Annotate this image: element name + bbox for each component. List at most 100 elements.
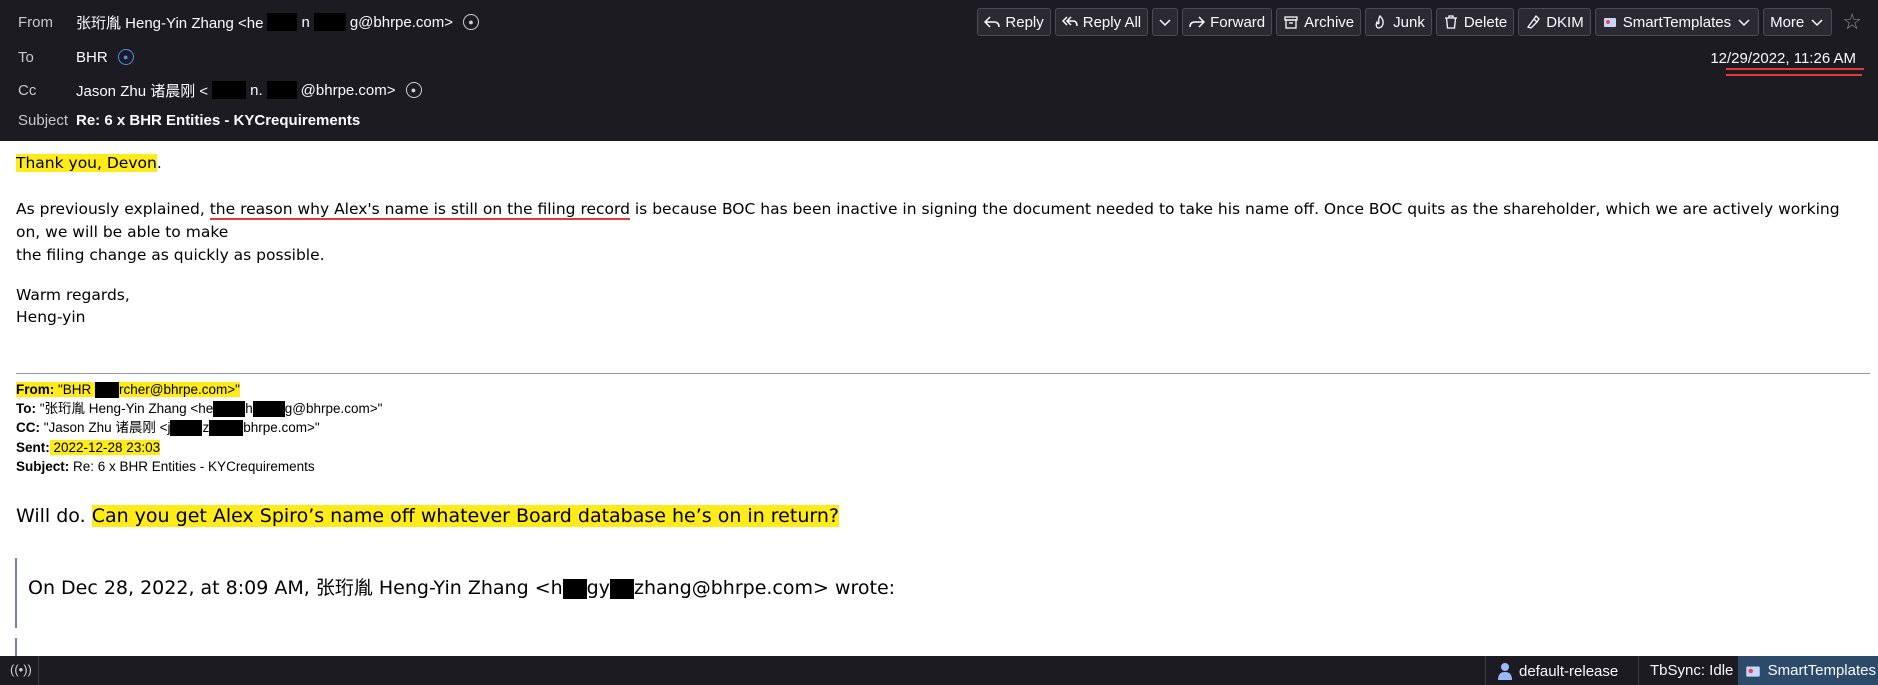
online-status-icon[interactable]: ((•)) <box>10 662 32 677</box>
redaction-box <box>313 13 346 31</box>
archive-button[interactable]: Archive <box>1276 8 1362 36</box>
cc-mid: n. <box>250 81 263 99</box>
status-separator <box>1638 656 1639 685</box>
from-tail: g@bhrpe.com> <box>349 13 454 31</box>
chevron-down-icon <box>1159 19 1171 27</box>
contact-icon[interactable]: ● <box>117 49 134 65</box>
redaction-box <box>213 401 246 418</box>
quoted-from-end: rcher@bhrpe.com>" <box>119 382 240 397</box>
release-status[interactable]: default-release <box>1497 662 1618 680</box>
dkim-button[interactable]: DKIM <box>1518 8 1591 36</box>
contact-icon[interactable]: ● <box>463 14 480 30</box>
tbsync-label: TbSync: Idle <box>1650 662 1734 679</box>
reply-highlight: Can you get Alex Spiro’s name off whatev… <box>91 505 839 527</box>
trash-icon <box>1444 15 1457 29</box>
quoted-from: From: "BHR rcher@bhrpe.com>" <box>16 380 240 399</box>
redaction-box <box>209 420 244 437</box>
user-icon <box>1498 663 1512 680</box>
divider <box>16 373 1870 374</box>
quoted-cc-start: "Jason Zhu 诸晨刚 <j <box>40 420 171 435</box>
subject-label: Subject <box>18 111 69 129</box>
message-date: 12/29/2022, 11:26 AM <box>1710 50 1856 67</box>
release-label: default-release <box>1519 662 1619 680</box>
greeting-highlight: Thank you, Devon <box>16 154 157 172</box>
quoted-cc-mid: z <box>202 420 210 435</box>
redaction-box <box>562 578 587 599</box>
quoted-to-mid: h <box>245 401 253 416</box>
quoted-cc-end: bhrpe.com>" <box>243 420 320 435</box>
reply-label: Reply <box>1005 13 1044 31</box>
p1-start: As previously explained, <box>16 200 210 218</box>
signature: Heng-yin <box>16 308 86 326</box>
reply-all-dropdown[interactable] <box>1152 8 1179 36</box>
quoted-cc: CC: "Jason Zhu 诸晨刚 <j z bhrpe.com>" <box>16 418 320 437</box>
more-label: More <box>1770 13 1805 31</box>
smarttemplates-status-label: SmartTemplates <box>1767 662 1876 679</box>
dkim-icon <box>1527 14 1541 29</box>
junk-button[interactable]: Junk <box>1365 8 1432 36</box>
from-value[interactable]: 张珩胤 Heng-Yin Zhang <he n g@bhrpe.com> ● <box>76 12 480 33</box>
reply-all-label: Reply All <box>1082 13 1142 31</box>
closing: Warm regards, <box>16 286 130 304</box>
quoted-cc-label: CC: <box>16 420 40 435</box>
greeting: Thank you, Devon. <box>16 154 162 172</box>
to-value[interactable]: BHR ● <box>76 49 134 66</box>
quoted-to-label: To: <box>16 401 36 416</box>
forward-icon <box>1189 16 1206 28</box>
greeting-end: . <box>156 154 162 172</box>
quoted-sent-label: Sent: <box>16 440 50 455</box>
smarttemplates-icon <box>1603 18 1616 27</box>
smarttemplates-label: SmartTemplates <box>1622 13 1732 31</box>
quoted-sent: Sent: 2022-12-28 23:03 <box>16 438 161 457</box>
message-toolbar: Reply Reply All Forward Archive Junk Del… <box>977 8 1862 36</box>
to-label: To <box>18 48 34 66</box>
quoted-to-start: "张珩胤 Heng-Yin Zhang <he <box>36 401 214 416</box>
redaction-box <box>266 81 297 99</box>
p1-line2: the filing change as quickly as possible… <box>16 246 325 264</box>
delete-button[interactable]: Delete <box>1435 8 1515 36</box>
quoted-subject-value: Re: 6 x BHR Entities - KYCrequirements <box>69 459 315 474</box>
quoted-to-end: g@bhrpe.com>" <box>284 401 383 416</box>
quote-bar <box>15 558 17 628</box>
smarttemplates-button[interactable]: SmartTemplates <box>1594 8 1760 36</box>
star-icon[interactable]: ☆ <box>1842 9 1862 35</box>
smarttemplates-icon <box>1745 666 1760 677</box>
archive-label: Archive <box>1304 13 1355 31</box>
quoted-from-label: From: <box>16 382 55 397</box>
junk-label: Junk <box>1393 13 1425 31</box>
status-bar: ((•)) default-release TbSync: Idle Smart… <box>0 656 1878 685</box>
redaction-box <box>212 81 247 99</box>
reply-all-button[interactable]: Reply All <box>1054 8 1149 36</box>
p1-underlined: the reason why Alex's name is still on t… <box>209 200 630 220</box>
reply-button[interactable]: Reply <box>977 8 1051 36</box>
junk-icon <box>1375 14 1384 29</box>
wrote-start: On Dec 28, 2022, at 8:09 AM, 张珩胤 Heng-Yi… <box>28 577 563 599</box>
redaction-box <box>170 420 203 437</box>
paragraph-1: As previously explained, the reason why … <box>16 198 1866 267</box>
cc-label: Cc <box>18 81 37 99</box>
cc-tail: @bhrpe.com> <box>300 81 396 99</box>
quoted-subject-label: Subject: <box>16 459 70 474</box>
date-red-underline <box>1726 68 1864 80</box>
more-button[interactable]: More <box>1763 8 1833 36</box>
dkim-label: DKIM <box>1546 13 1584 31</box>
chevron-down-icon <box>1811 19 1823 27</box>
contact-icon[interactable]: ● <box>405 82 422 98</box>
tbsync-status[interactable]: TbSync: Idle <box>1650 662 1733 679</box>
redaction-box <box>252 401 285 418</box>
quote-bar-nested <box>15 638 17 656</box>
forward-label: Forward <box>1210 13 1266 31</box>
from-name: 张珩胤 Heng-Yin Zhang <he <box>76 14 264 32</box>
redaction-box <box>609 578 634 599</box>
forward-button[interactable]: Forward <box>1182 8 1273 36</box>
chevron-down-icon <box>1738 19 1750 27</box>
quoted-sent-value: 2022-12-28 23:03 <box>49 440 161 455</box>
to-name: BHR <box>76 48 108 66</box>
redaction-box <box>267 13 298 31</box>
reply-text: Will do. Can you get Alex Spiro’s name o… <box>16 505 839 527</box>
subject-value: Re: 6 x BHR Entities - KYCrequirements <box>76 111 361 129</box>
wrote-end: zhang@bhrpe.com> wrote: <box>633 577 896 599</box>
smarttemplates-status[interactable]: SmartTemplates <box>1737 656 1878 685</box>
status-separator <box>1485 656 1486 685</box>
cc-value[interactable]: Jason Zhu 诸晨刚 < n. @bhrpe.com> ● <box>76 80 422 101</box>
